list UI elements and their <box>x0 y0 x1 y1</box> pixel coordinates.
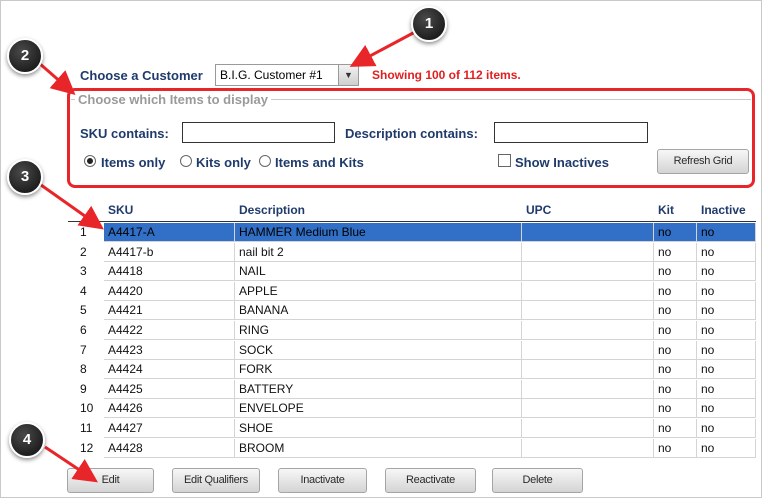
callout-badge-2: 2 <box>7 38 43 74</box>
callout-badge-1: 1 <box>411 6 447 42</box>
red-callout-arrow <box>40 183 104 230</box>
red-callout-arrow <box>44 445 98 483</box>
red-callout-arrow <box>349 30 416 67</box>
app-window: Choose a Customer B.I.G. Customer #1 ▼ S… <box>0 0 762 498</box>
callout-badge-4: 4 <box>9 422 45 458</box>
red-callout-arrow <box>38 61 76 95</box>
callout-arrows <box>38 30 416 483</box>
callout-badge-3: 3 <box>7 159 43 195</box>
